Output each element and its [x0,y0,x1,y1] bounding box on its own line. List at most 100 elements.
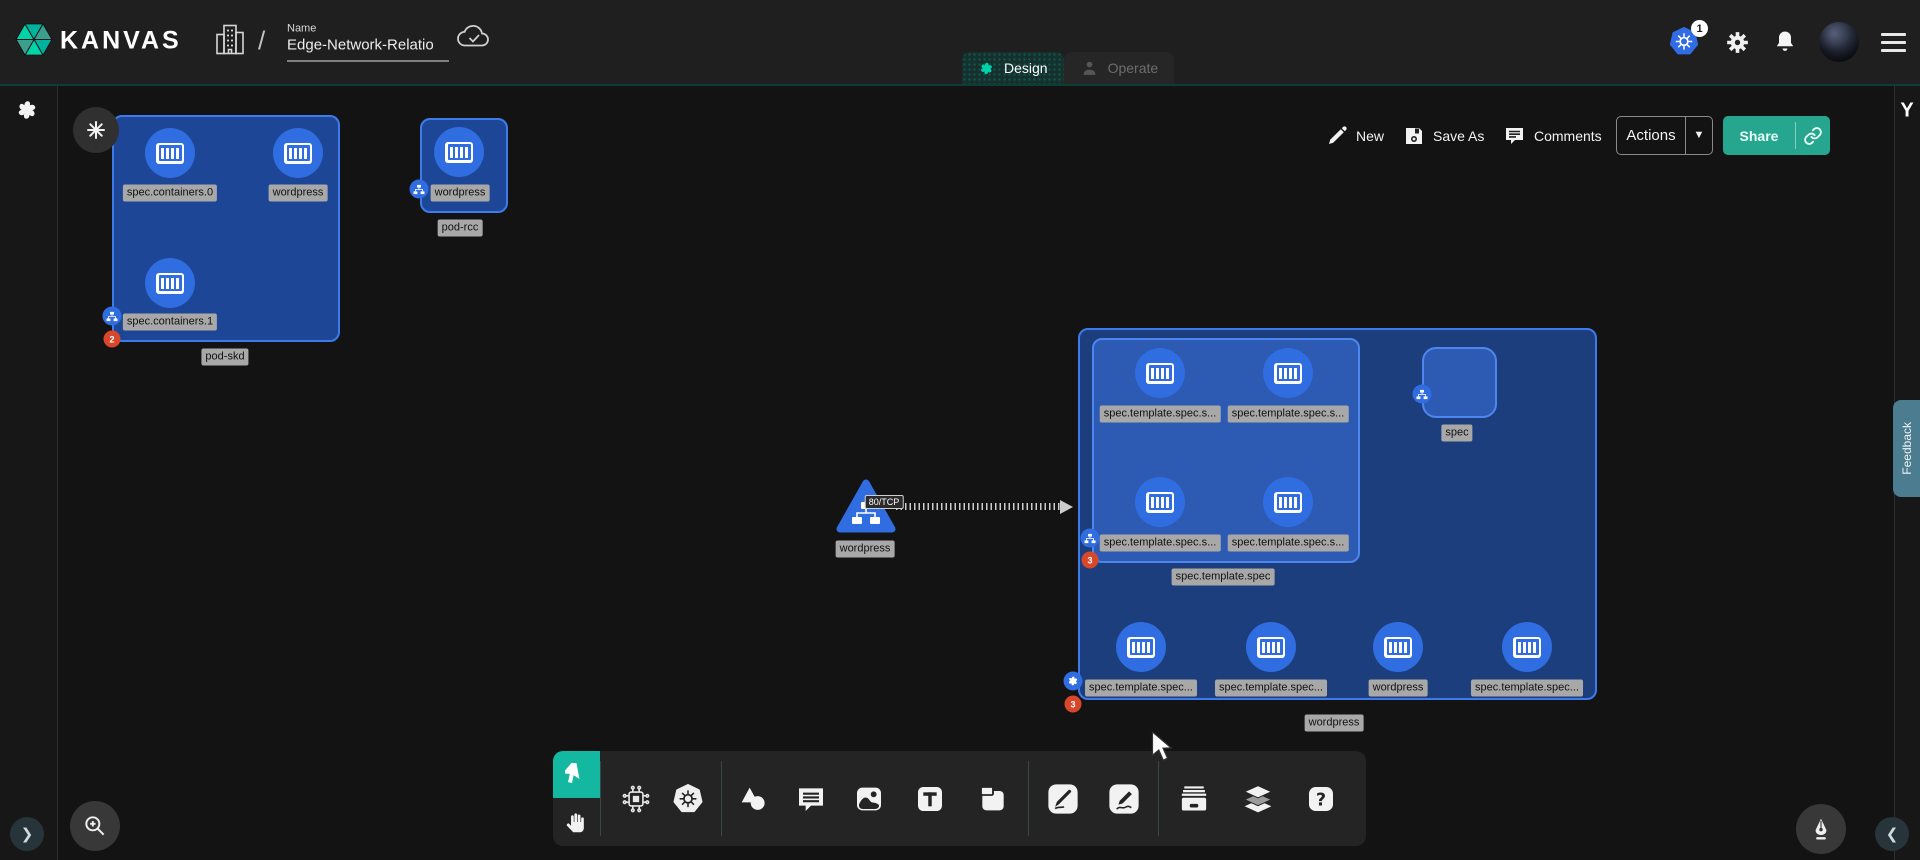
container-icon [156,143,184,164]
breadcrumb-separator: / [258,26,265,57]
note-tool[interactable] [977,783,1009,815]
feedback-tab[interactable]: Feedback [1893,400,1920,497]
cursor-tool[interactable] [553,751,600,798]
relationship-badge[interactable] [1081,529,1100,548]
actions-button[interactable]: Actions ▼ [1616,116,1713,155]
node-label[interactable]: spec.containers.1 [123,314,217,331]
context-count-badge: 1 [1691,20,1708,37]
save-as-button[interactable]: Save As [1403,116,1484,155]
container-node[interactable] [1263,348,1313,398]
node-label[interactable]: wordpress [431,185,490,202]
pen-nib-button[interactable] [1796,804,1846,854]
relationship-badge[interactable] [1413,385,1432,404]
header-icons: 1 [1668,0,1906,84]
issue-count-badge[interactable]: 2 [104,331,121,348]
group-spec-template-spec[interactable] [1092,338,1360,563]
design-name-input[interactable] [287,35,449,62]
node-spec[interactable] [1422,347,1497,418]
group-label[interactable]: spec.template.spec [1172,569,1275,586]
layers-tool[interactable] [1241,782,1275,816]
container-node[interactable] [1373,622,1423,672]
comment-tool[interactable] [795,783,827,815]
node-label[interactable]: spec.template.spec.s... [1228,406,1349,423]
logo-wordmark[interactable]: KANVAS [60,27,182,56]
node-label[interactable]: spec [1441,425,1472,442]
comments-button[interactable]: Comments [1503,116,1602,155]
container-node[interactable] [145,258,195,308]
image-tool[interactable] [853,783,885,815]
service-edge[interactable] [896,503,1062,510]
node-label[interactable]: wordpress [269,185,328,202]
container-node[interactable] [273,128,323,178]
container-node[interactable] [1135,477,1185,527]
edge-arrowhead-icon [1060,500,1073,514]
node-label[interactable]: spec.template.spec.s... [1228,535,1349,552]
toolbar-divider [1158,761,1159,836]
node-label[interactable]: spec.template.spec.s... [1100,406,1221,423]
container-node[interactable] [1263,477,1313,527]
link-icon [1803,126,1823,146]
expand-left-panel-button[interactable]: ❯ [10,817,44,851]
hand-tool[interactable] [553,798,600,846]
pen-edit-icon [1045,781,1081,817]
new-button[interactable]: New [1326,116,1384,155]
actions-dropdown-caret[interactable]: ▼ [1685,117,1712,154]
text-icon [914,783,946,815]
container-node[interactable] [1502,622,1552,672]
node-label[interactable]: wordpress [836,541,895,558]
group-label[interactable]: pod-skd [201,349,248,366]
issue-count-badge[interactable]: 3 [1082,552,1099,569]
yaml-panel-toggle[interactable]: Y [1900,100,1913,123]
toolbar-divider [600,761,601,836]
share-button[interactable]: Share [1723,116,1830,155]
node-label[interactable]: spec.template.spec.s... [1100,535,1221,552]
menu-hamburger-icon[interactable] [1881,33,1906,52]
user-avatar[interactable] [1819,22,1859,62]
drawer-tool[interactable] [1177,782,1211,816]
copy-link-button[interactable] [1795,122,1830,149]
zoom-button[interactable] [70,801,120,851]
deployment-badge[interactable] [1064,672,1083,691]
left-panel-strip [0,86,58,860]
kanvas-logo-icon[interactable] [14,20,54,65]
group-label[interactable]: pod-rcc [438,220,483,237]
container-node[interactable] [1116,622,1166,672]
component-tool[interactable] [620,783,652,815]
issue-count-badge[interactable]: 3 [1065,696,1082,713]
header-divider [0,84,1920,86]
container-node[interactable] [434,127,484,177]
node-label[interactable]: spec.template.spec... [1471,680,1583,697]
settings-gear-icon[interactable] [1724,29,1751,56]
operate-person-icon [1080,59,1099,78]
node-label[interactable]: spec.template.spec... [1085,680,1197,697]
kubernetes-context-button[interactable]: 1 [1668,26,1702,58]
container-node[interactable] [1246,622,1296,672]
relationship-badge[interactable] [103,307,122,326]
shapes-tool[interactable] [737,783,769,815]
node-label[interactable]: wordpress [1369,680,1428,697]
cursor-icon [565,763,589,787]
container-node[interactable] [1135,348,1185,398]
relationship-badge[interactable] [410,180,429,199]
help-tool[interactable]: ? [1305,783,1337,815]
edge-port-label[interactable]: 80/TCP [865,495,904,509]
container-icon [445,142,473,163]
group-label[interactable]: wordpress [1305,715,1364,732]
node-label[interactable]: spec.template.spec... [1215,680,1327,697]
toolbar-divider [721,761,722,836]
text-tool[interactable] [914,783,946,815]
organization-icon[interactable] [214,23,246,62]
tab-operate[interactable]: Operate [1064,52,1175,84]
edit-pen-tool[interactable] [1045,781,1081,817]
kubernetes-tool[interactable] [671,782,705,816]
tab-design[interactable]: Design [962,52,1064,84]
expand-right-panel-button[interactable]: ❮ [1875,817,1909,851]
snowflake-badge[interactable] [73,107,119,153]
container-icon [1127,637,1155,658]
container-node[interactable] [145,128,195,178]
sketch-pencil-tool[interactable] [1106,781,1142,817]
node-label[interactable]: spec.containers.0 [123,185,217,202]
app-header: KANVAS / Name Design [0,0,1920,84]
help-icon: ? [1305,783,1337,815]
notifications-bell-icon[interactable] [1773,29,1797,55]
